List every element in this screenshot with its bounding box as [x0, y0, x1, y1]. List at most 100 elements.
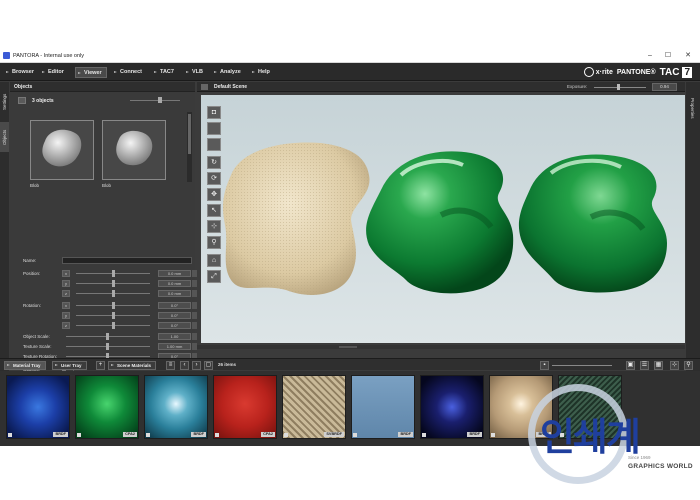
slider-knob[interactable] [106, 333, 109, 340]
move-icon[interactable]: ✥ [207, 188, 221, 201]
menu-analyze[interactable]: Analyze [212, 67, 245, 78]
add-button[interactable]: + [96, 361, 105, 370]
menu-tac7[interactable]: TAC7 [152, 67, 178, 78]
triangle-icon [186, 71, 189, 73]
minimize-button[interactable]: – [644, 51, 656, 61]
spin-button[interactable] [192, 290, 197, 297]
list-view-icon[interactable] [18, 97, 26, 104]
menu-help[interactable]: Help [250, 67, 274, 78]
layer-icon[interactable] [207, 138, 221, 151]
tab-settings[interactable]: Settings [0, 84, 9, 119]
object-scale-value[interactable]: 1.00 [158, 333, 191, 340]
spin-button[interactable] [192, 312, 197, 319]
slider-knob[interactable] [112, 280, 115, 287]
axis-x: x [62, 270, 70, 277]
spin-button[interactable] [192, 270, 197, 277]
rotate-icon[interactable]: ⟳ [207, 172, 221, 185]
slider-knob[interactable] [112, 322, 115, 329]
3d-viewport[interactable] [201, 95, 685, 343]
list-view-icon[interactable]: ☰ [640, 361, 649, 370]
material-swatch[interactable]: BRDF [420, 375, 484, 439]
menu-editor[interactable]: Editor [40, 67, 68, 78]
next-button[interactable]: › [192, 361, 201, 370]
triangle-icon [55, 364, 58, 366]
menu-label: Help [258, 69, 270, 75]
material-swatch[interactable]: CPA2 [75, 375, 139, 439]
splitter-grip[interactable] [339, 346, 357, 348]
tab-properties[interactable]: Properties [688, 88, 697, 128]
position-z-value[interactable]: 0.0 mm [158, 290, 191, 297]
slider-knob[interactable] [112, 302, 115, 309]
thumb-size-slider[interactable] [552, 365, 612, 366]
spin-button[interactable] [192, 322, 197, 329]
slider-knob[interactable] [106, 343, 109, 350]
swatch-mini-icon [77, 433, 81, 437]
filter-icon[interactable]: ▢ [204, 361, 213, 370]
tac-number: 7 [682, 66, 692, 78]
scrollbar-thumb[interactable] [188, 114, 191, 154]
name-field[interactable] [62, 257, 192, 264]
home-icon[interactable]: ⌂ [207, 254, 221, 267]
tab-objects[interactable]: Objects [0, 122, 9, 152]
menu-vlb[interactable]: VLB [184, 67, 207, 78]
thumbnail-scrollbar[interactable] [187, 112, 192, 182]
maximize-button[interactable]: ☐ [662, 51, 674, 61]
slider-knob[interactable] [112, 312, 115, 319]
cursor-icon[interactable]: ↖ [207, 204, 221, 217]
rotation-y-value[interactable]: 0.0° [158, 312, 191, 319]
spin-button[interactable] [192, 280, 197, 287]
camera-icon[interactable]: ◘ [207, 106, 221, 119]
grid-view-icon[interactable]: ▦ [654, 361, 663, 370]
grid-icon[interactable] [207, 122, 221, 135]
close-button[interactable]: ✕ [682, 51, 694, 61]
panel-splitter[interactable] [197, 345, 685, 349]
search-icon[interactable]: ⚲ [684, 361, 693, 370]
refresh-icon[interactable]: ↻ [207, 156, 221, 169]
material-swatch[interactable]: SVBRDF [282, 375, 346, 439]
menu-icon[interactable] [201, 84, 208, 90]
rotation-x-value[interactable]: 0.0° [158, 302, 191, 309]
exposure-knob[interactable] [617, 84, 620, 90]
spin-button[interactable] [192, 333, 197, 340]
material-swatch[interactable]: BRDF [351, 375, 415, 439]
pin-icon[interactable]: ⊹ [207, 220, 221, 233]
position-y-value[interactable]: 0.0 mm [158, 280, 191, 287]
object-thumbnail[interactable] [102, 120, 166, 180]
blob-icon [42, 129, 82, 167]
material-swatch[interactable]: BRDF [144, 375, 208, 439]
position-x-value[interactable]: 0.0 mm [158, 270, 191, 277]
prev-button[interactable]: ‹ [180, 361, 189, 370]
material-tray-button[interactable]: Material Tray [4, 361, 46, 370]
menu-connect[interactable]: Connect [112, 67, 146, 78]
slider-knob[interactable] [158, 97, 162, 103]
texture-scale-value[interactable]: 1.00 mm [158, 343, 191, 350]
user-tray-button[interactable]: User Tray [52, 361, 87, 370]
material-type-tag: CPA2 [123, 432, 137, 437]
brand-logo: x·rite PANTONE® TAC 7 [583, 65, 692, 79]
slider-knob[interactable] [112, 290, 115, 297]
object-thumbnail[interactable] [30, 120, 94, 180]
menu-label: Connect [120, 69, 142, 75]
thumbnail-size-slider[interactable] [130, 100, 180, 101]
spin-button[interactable] [192, 302, 197, 309]
zoom-icon[interactable]: ⚲ [207, 236, 221, 249]
scene-materials-button[interactable]: Scene Materials [108, 361, 157, 370]
grid-view-icon[interactable]: ≡ [166, 361, 175, 370]
material-swatch[interactable]: CPA2 [213, 375, 277, 439]
large-thumb-icon[interactable]: ▣ [626, 361, 635, 370]
triangle-icon [154, 71, 157, 73]
pin-icon[interactable]: ⊹ [670, 361, 679, 370]
small-thumb-icon[interactable]: ▪ [540, 361, 549, 370]
viewport-header: Default Scene Exposure: 0.94 [197, 82, 685, 92]
exposure-slider[interactable] [594, 87, 646, 88]
menu-browser[interactable]: Browser [4, 67, 38, 78]
material-tray-toolbar: Material Tray User Tray + Scene Material… [0, 358, 700, 370]
xrite-text: x·rite [595, 68, 613, 76]
menu-viewer[interactable]: Viewer [75, 67, 107, 78]
material-swatch[interactable]: BRDF [6, 375, 70, 439]
rotation-z-value[interactable]: 0.0° [158, 322, 191, 329]
fit-icon[interactable]: ⤢ [207, 270, 221, 283]
exposure-value[interactable]: 0.94 [652, 83, 677, 91]
triangle-icon [114, 71, 117, 73]
slider-knob[interactable] [112, 270, 115, 277]
